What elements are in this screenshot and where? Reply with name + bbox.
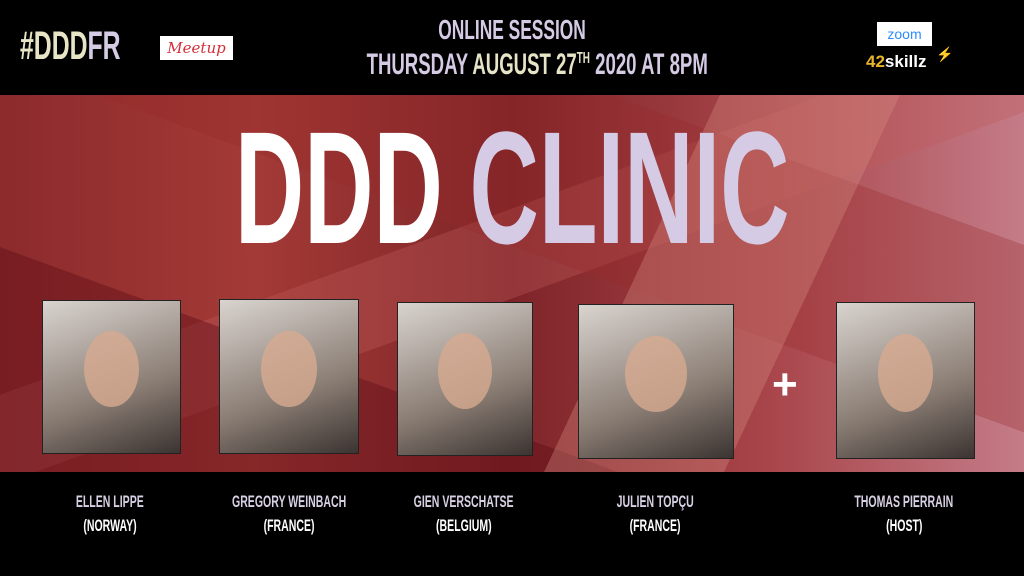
42skillz-logo: 42skillz bbox=[866, 52, 927, 71]
page-title: DDD CLINIC bbox=[234, 98, 790, 277]
speaker-label: THOMAS PIERRAIN (HOST) bbox=[854, 492, 954, 535]
speaker-photo-gien bbox=[397, 302, 533, 456]
speaker-label: GIEN VERSCHATSE (BELGIUM) bbox=[414, 492, 514, 535]
meetup-logo: Meetup bbox=[160, 36, 233, 60]
speaker-photo-ellen bbox=[42, 300, 181, 454]
speaker-label: JULIEN TOPÇU (FRANCE) bbox=[616, 492, 694, 535]
speaker-photo-thomas bbox=[836, 302, 975, 459]
speaker-label: ELLEN LIPPE (NORWAY) bbox=[76, 492, 144, 535]
speaker-names-bar: ELLEN LIPPE (NORWAY) GREGORY WEINBACH (FRA… bbox=[0, 472, 1024, 576]
speaker-photo-julien bbox=[578, 304, 734, 459]
event-date: THURSDAY AUGUST 27TH 2020 AT 8PM bbox=[366, 48, 708, 81]
hashtag: #DDDFR bbox=[20, 24, 170, 69]
speaker-label: GREGORY WEINBACH (FRANCE) bbox=[231, 492, 347, 535]
bolt-icon: ⚡ bbox=[936, 46, 954, 62]
header-bar: #DDDFR Meetup ONLINE SESSION THURSDAY AU… bbox=[0, 0, 1024, 95]
speaker-photo-gregory bbox=[219, 299, 359, 454]
session-label: ONLINE SESSION bbox=[438, 14, 586, 45]
plus-icon: + bbox=[772, 360, 798, 409]
hashtag-part: FR bbox=[87, 24, 121, 68]
zoom-logo: zoom bbox=[877, 22, 932, 46]
hashtag-part: #DDD bbox=[20, 24, 88, 68]
